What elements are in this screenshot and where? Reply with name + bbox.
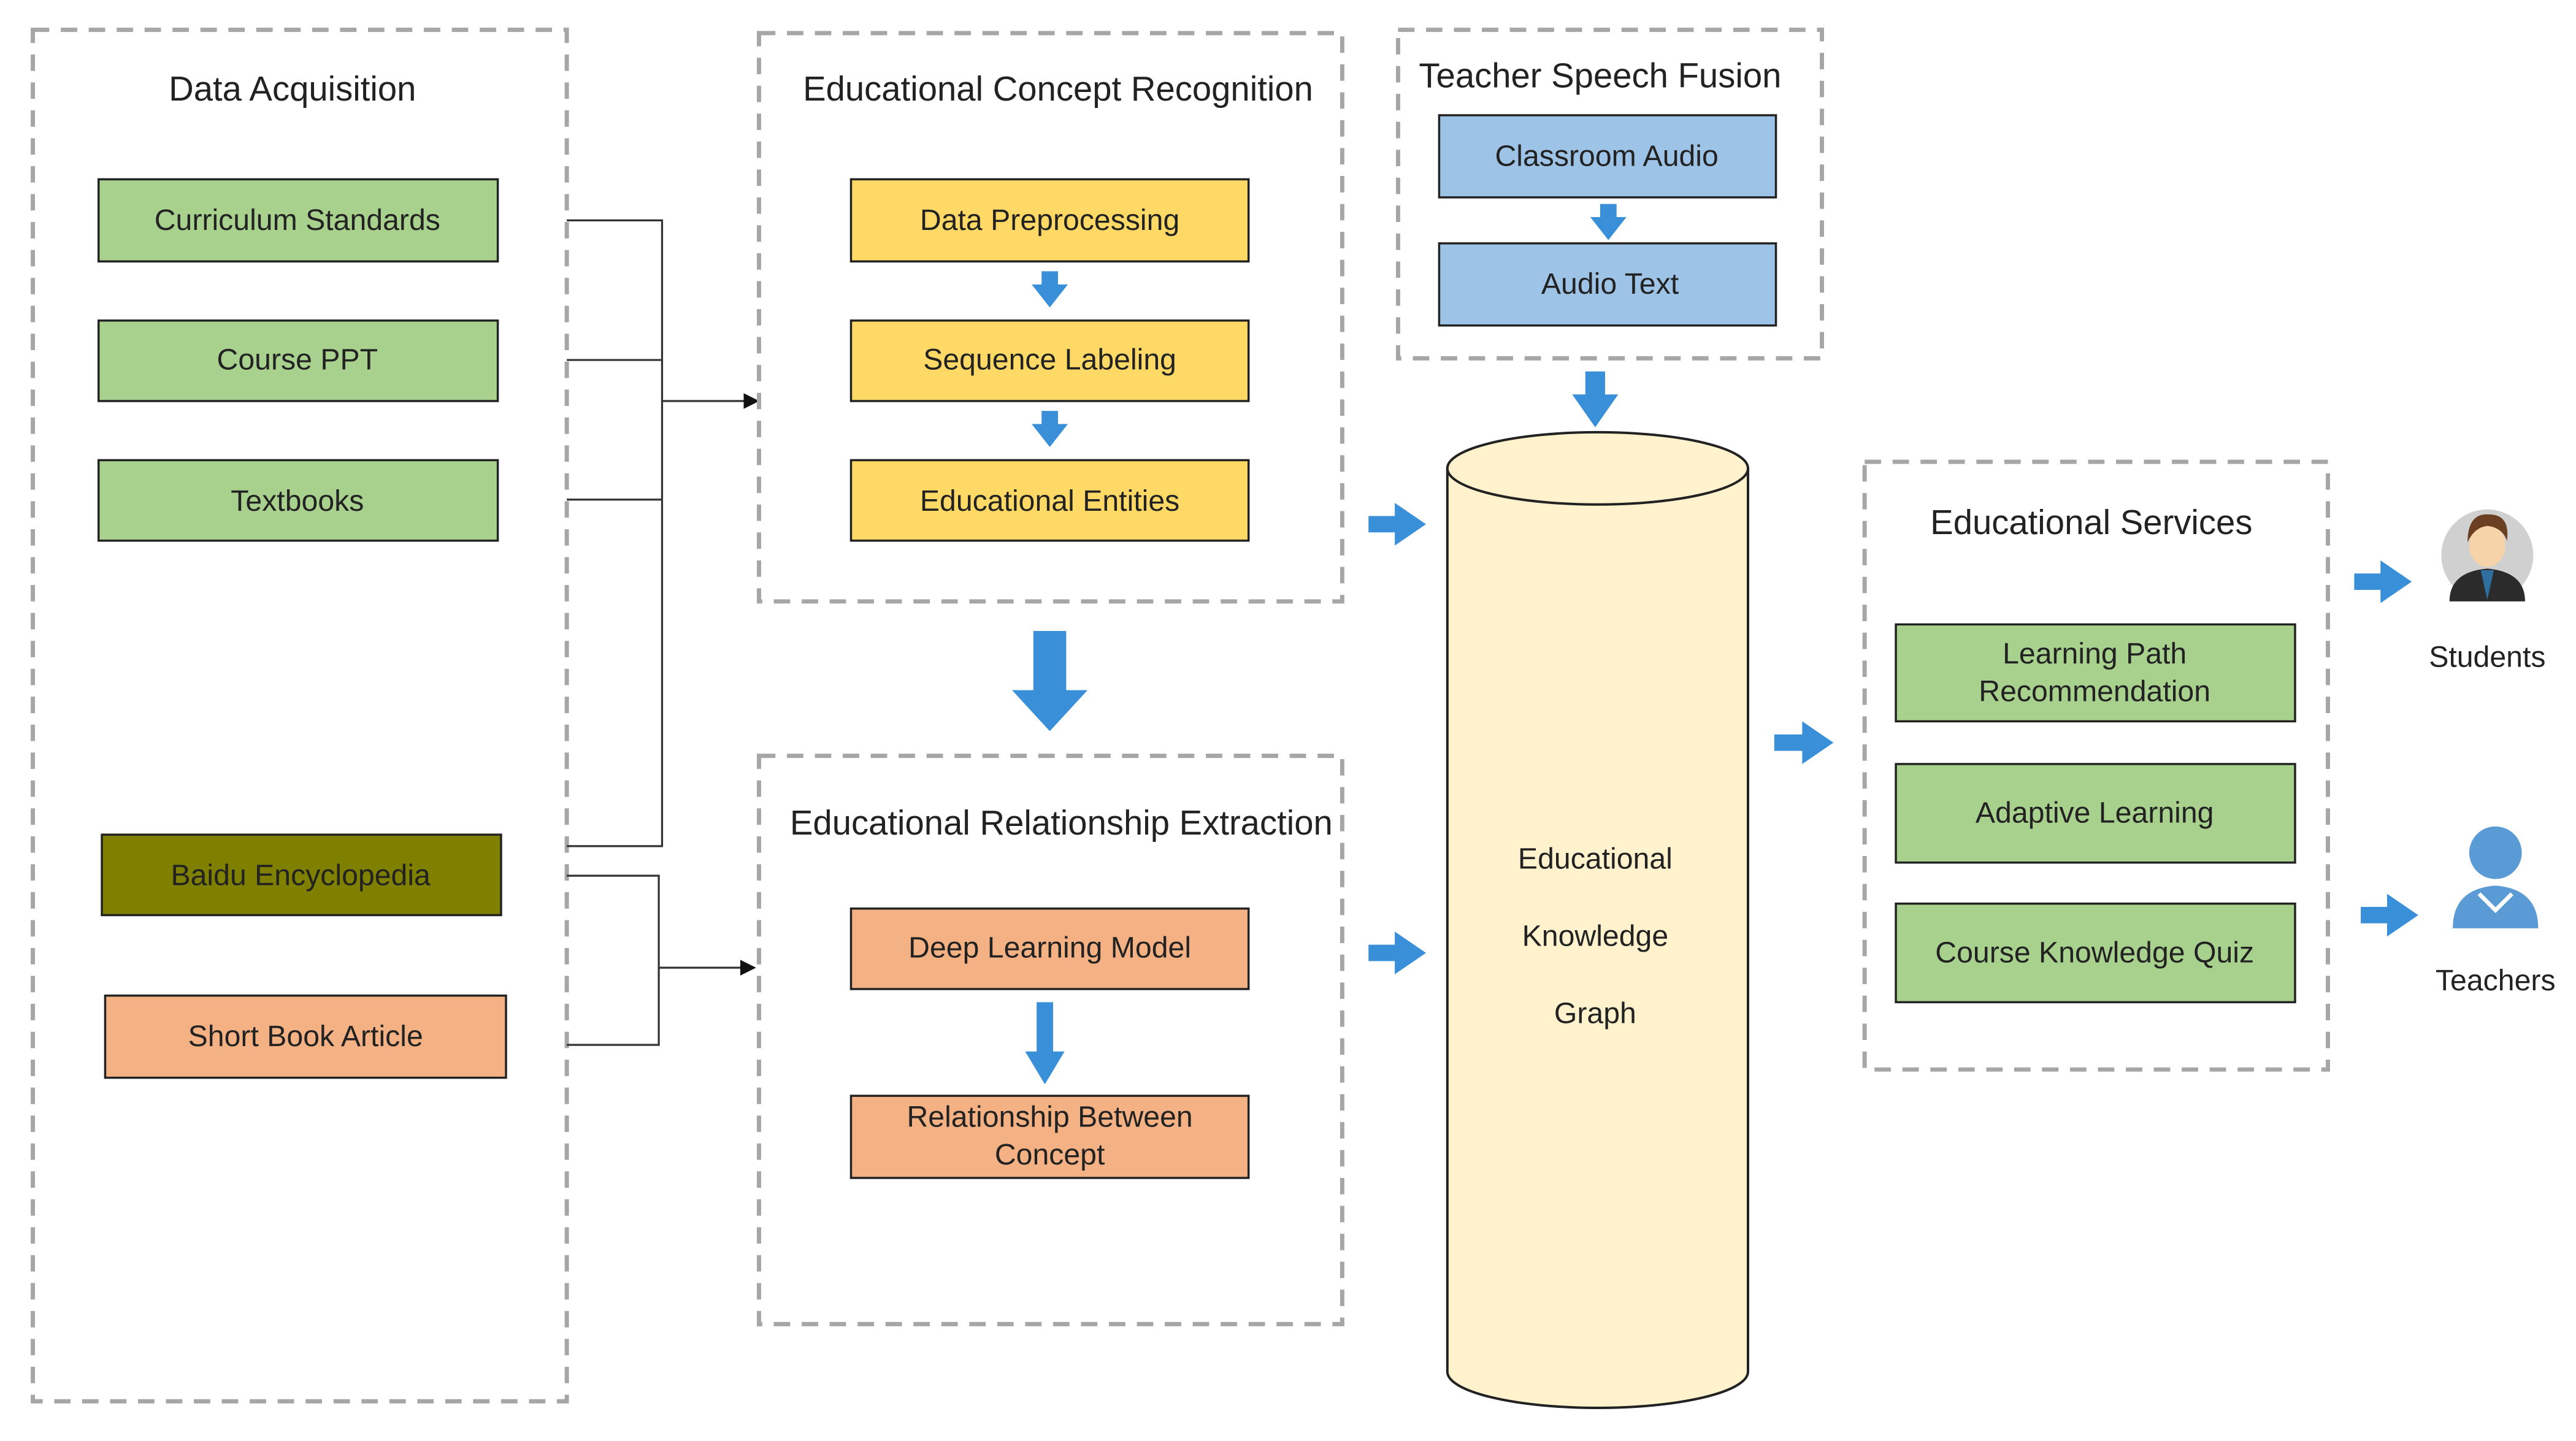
- connector-to-concept-recognition: [567, 219, 760, 847]
- step-educational-entities: Educational Entities: [849, 459, 1250, 542]
- arrow-down-icon: [1025, 1002, 1065, 1085]
- label-text: Curriculum Standards: [155, 204, 440, 237]
- step-deep-learning-model: Deep Learning Model: [849, 907, 1250, 990]
- label-text: Relationship Between: [907, 1100, 1192, 1133]
- step-classroom-audio: Classroom Audio: [1438, 114, 1777, 199]
- step-data-preprocessing: Data Preprocessing: [849, 178, 1250, 263]
- label-text: Adaptive Learning: [1976, 797, 2214, 830]
- arrow-down-icon: [1032, 271, 1068, 308]
- service-learning-path: Learning Path Recommendation: [1895, 623, 2296, 723]
- knowledge-graph-diagram: Data Acquisition Curriculum Standards Co…: [31, 28, 2556, 1409]
- step-relationship-between-concept: Relationship Between Concept: [849, 1095, 1250, 1179]
- step-audio-text: Audio Text: [1438, 242, 1777, 327]
- connector-to-relationship-extraction: [567, 874, 756, 1046]
- service-adaptive-learning: Adaptive Learning: [1895, 763, 2296, 864]
- label-text: Short Book Article: [188, 1020, 423, 1053]
- label-text: Course PPT: [217, 343, 378, 376]
- students-user: Students: [2429, 509, 2545, 673]
- label-text: Deep Learning Model: [908, 931, 1191, 964]
- relationship-extraction-group: Educational Relationship Extraction Deep…: [757, 754, 1344, 1326]
- label-text: Knowledge: [1522, 920, 1669, 953]
- label-text: Concept: [995, 1138, 1105, 1171]
- arrow-down-icon: [1032, 411, 1068, 448]
- big-arrow-down-icon: [1012, 631, 1088, 732]
- arrow-right-icon: [2361, 893, 2418, 937]
- services-title: Educational Services: [1930, 503, 2252, 541]
- label-text: Recommendation: [1979, 675, 2210, 708]
- knowledge-graph-cylinder: Educational Knowledge Graph: [1446, 430, 1750, 1409]
- label-text: Students: [2429, 640, 2545, 673]
- label-text: Sequence Labeling: [923, 343, 1176, 376]
- source-short-book-article: Short Book Article: [104, 994, 507, 1079]
- arrow-down-icon: [1572, 371, 1619, 427]
- label-text: Course Knowledge Quiz: [1935, 936, 2254, 969]
- source-textbooks: Textbooks: [97, 459, 499, 542]
- teacher-avatar-icon: [2453, 826, 2539, 928]
- label-text: Educational Entities: [920, 484, 1179, 518]
- source-curriculum-standards: Curriculum Standards: [97, 178, 499, 263]
- source-baidu-encyclopedia: Baidu Encyclopedia: [101, 833, 502, 917]
- arrow-down-icon: [1590, 204, 1627, 240]
- label-text: Teachers: [2436, 964, 2556, 997]
- concept-recognition-title: Educational Concept Recognition: [803, 69, 1313, 108]
- speech-fusion-group: Teacher Speech Fusion Classroom Audio Au…: [1395, 28, 1825, 361]
- step-sequence-labeling: Sequence Labeling: [849, 319, 1250, 402]
- label-text: Textbooks: [231, 484, 364, 518]
- source-course-ppt: Course PPT: [97, 319, 499, 402]
- speech-fusion-title: Teacher Speech Fusion: [1419, 56, 1781, 94]
- services-group: Educational Services Learning Path Recomm…: [1862, 459, 2331, 1072]
- student-avatar-icon: [2441, 509, 2534, 602]
- label-text: Audio Text: [1541, 267, 1679, 300]
- arrow-right-icon: [1368, 503, 1426, 546]
- label-text: Baidu Encyclopedia: [171, 859, 431, 892]
- arrow-right-icon: [2354, 560, 2412, 603]
- data-acquisition-group: Data Acquisition Curriculum Standards Co…: [31, 28, 569, 1404]
- data-acquisition-title: Data Acquisition: [169, 69, 416, 108]
- arrow-right-icon: [1368, 931, 1426, 974]
- label-text: Data Preprocessing: [920, 204, 1179, 237]
- label-text: Classroom Audio: [1495, 139, 1718, 172]
- service-course-knowledge-quiz: Course Knowledge Quiz: [1895, 902, 2296, 1004]
- arrow-right-icon: [1774, 721, 1834, 764]
- relationship-extraction-title: Educational Relationship Extraction: [790, 803, 1333, 842]
- concept-recognition-group: Educational Concept Recognition Data Pre…: [757, 31, 1344, 604]
- label-text: Learning Path: [2003, 637, 2187, 670]
- teachers-user: Teachers: [2436, 826, 2556, 997]
- label-text: Graph: [1554, 997, 1636, 1030]
- label-text: Educational: [1518, 843, 1673, 876]
